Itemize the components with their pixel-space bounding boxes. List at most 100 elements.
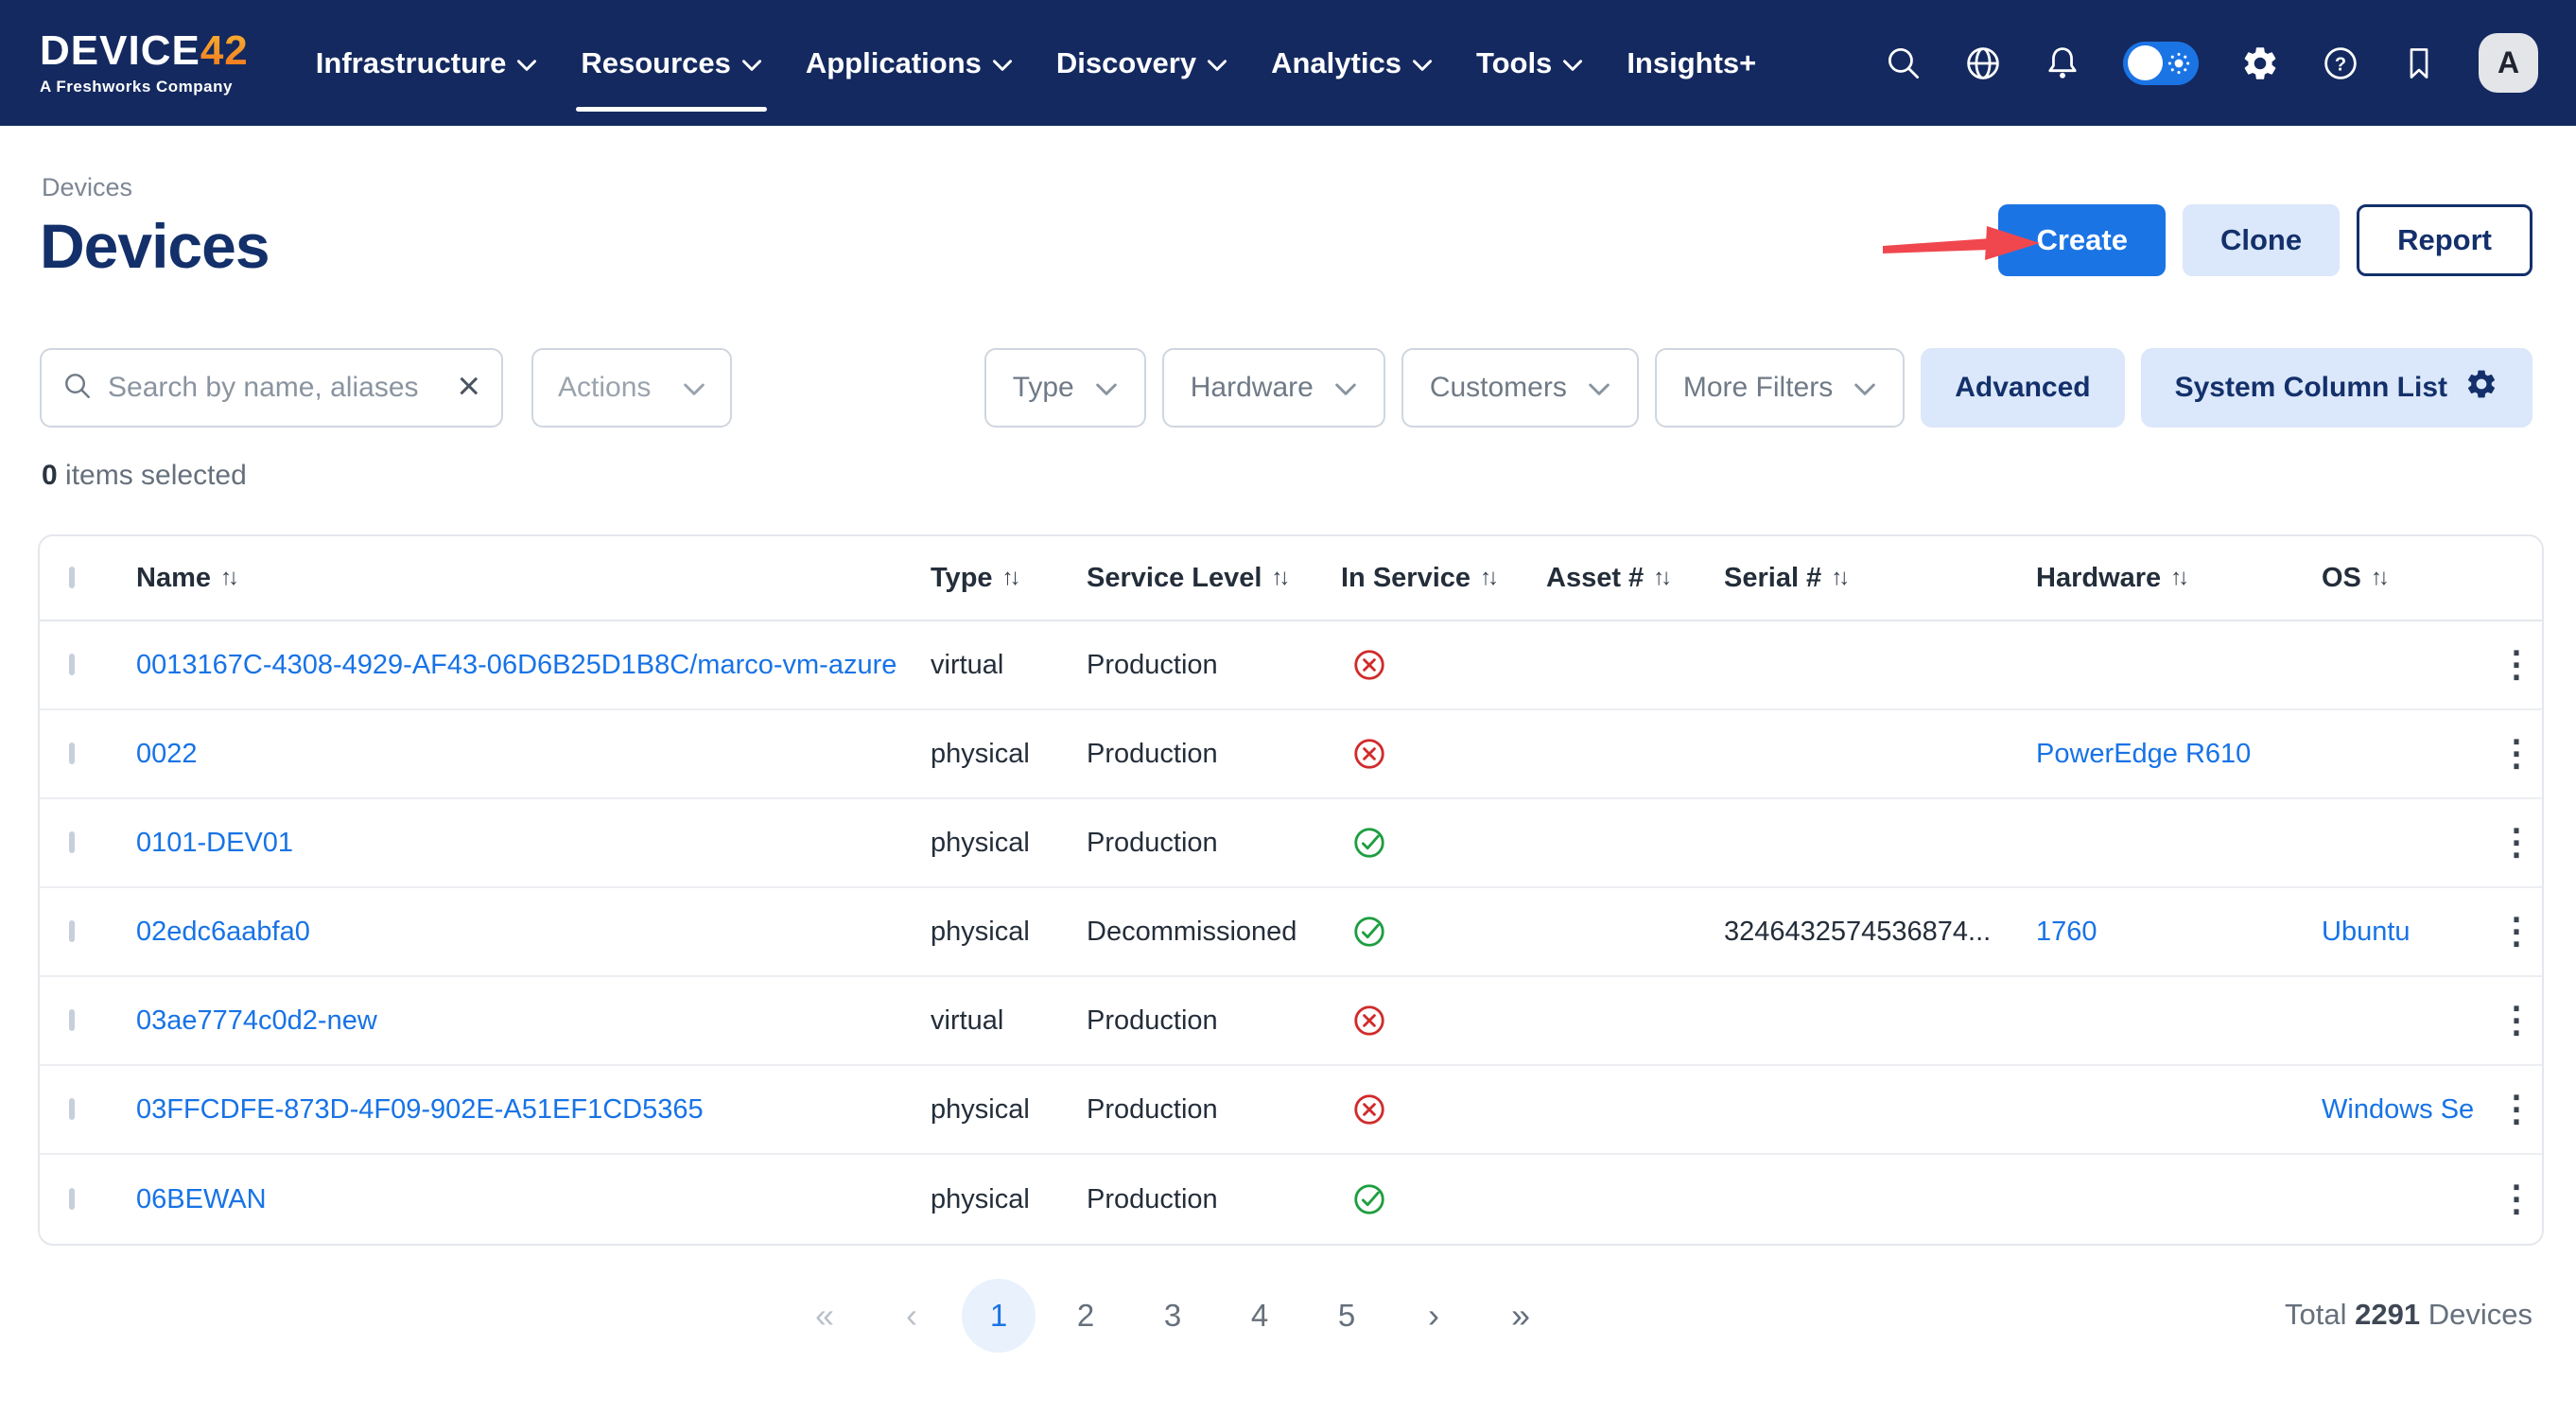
nav-item-analytics[interactable]: Analytics [1249,0,1454,126]
page-number-button[interactable]: 1 [962,1279,1036,1353]
search-icon[interactable] [1885,44,1923,82]
row-checkbox[interactable] [69,1098,75,1120]
row-actions-menu[interactable]: ⋮ [2493,1095,2542,1124]
bell-icon[interactable] [2044,44,2081,82]
nav-item-label: Tools [1476,46,1552,80]
first-page-button[interactable]: « [788,1279,862,1353]
page-number-button[interactable]: 5 [1310,1279,1384,1353]
nav-item-applications[interactable]: Applications [784,0,1035,126]
page-number-button[interactable]: 3 [1136,1279,1210,1353]
actions-dropdown[interactable]: Actions [531,348,732,428]
search-input[interactable] [108,372,442,404]
report-button[interactable]: Report [2357,204,2532,276]
select-all-checkbox[interactable] [69,567,75,588]
breadcrumb[interactable]: Devices [42,173,132,202]
page-title: Devices [40,210,270,282]
column-header-type[interactable]: Type↑↓ [931,563,1087,594]
filter-label: Hardware [1191,372,1314,404]
row-actions-menu[interactable]: ⋮ [2493,917,2542,946]
device42-logo[interactable]: DEVICE42 A Freshworks Company [40,30,249,96]
service-level: Production [1087,828,1341,859]
column-header-os[interactable]: OS↑↓ [2322,563,2493,594]
globe-icon[interactable] [1964,44,2002,82]
row-actions-menu[interactable]: ⋮ [2493,651,2542,679]
device-name-link[interactable]: 0013167C-4308-4929-AF43-06D6B25D1B8C/mar… [136,650,896,680]
next-page-button[interactable]: › [1397,1279,1471,1353]
device-name-link[interactable]: 02edc6aabfa0 [136,917,310,947]
page-number-button[interactable]: 4 [1223,1279,1297,1353]
column-header-asset[interactable]: Asset #↑↓ [1546,563,1724,594]
prev-page-button[interactable]: ‹ [875,1279,949,1353]
device-type: physical [931,1094,1087,1126]
device-name-link[interactable]: 03FFCDFE-873D-4F09-902E-A51EF1CD5365 [136,1094,704,1125]
row-actions-menu[interactable]: ⋮ [2493,740,2542,768]
devices-table: Name↑↓ Type↑↓ Service Level↑↓ In Service… [38,534,2544,1246]
row-checkbox[interactable] [69,831,75,853]
hardware-link[interactable]: 1760 [2036,917,2097,947]
row-checkbox[interactable] [69,1188,75,1210]
filter-customers[interactable]: Customers [1401,348,1639,428]
device-name-link[interactable]: 0101-DEV01 [136,828,293,858]
service-level: Production [1087,1005,1341,1037]
table-row: 06BEWAN physical Production ⋮ [40,1155,2542,1244]
help-icon[interactable]: ? [2322,44,2359,82]
row-checkbox[interactable] [69,1009,75,1031]
row-actions-menu[interactable]: ⋮ [2493,829,2542,857]
theme-toggle[interactable] [2123,42,2199,85]
last-page-button[interactable]: » [1484,1279,1558,1353]
header-actions: Create Clone Report [1998,204,2532,276]
column-header-in-service[interactable]: In Service↑↓ [1341,563,1546,594]
page-number-button[interactable]: 2 [1049,1279,1123,1353]
column-header-serial[interactable]: Serial #↑↓ [1724,563,2036,594]
main-nav: Infrastructure Resources Applications Di… [294,0,1778,126]
search-box: × [40,348,503,428]
clear-search-icon[interactable]: × [457,366,480,406]
hardware-link[interactable]: PowerEdge R610 [2036,739,2251,769]
device-name-link[interactable]: 03ae7774c0d2-new [136,1005,377,1036]
filter-more-filters[interactable]: More Filters [1655,348,1905,428]
nav-item-tools[interactable]: Tools [1454,0,1605,126]
advanced-button[interactable]: Advanced [1921,348,2124,428]
row-actions-menu[interactable]: ⋮ [2493,1006,2542,1035]
sort-icon: ↑↓ [2371,565,2386,591]
row-checkbox[interactable] [69,920,75,942]
total-devices: Total 2291 Devices [2285,1298,2532,1332]
user-avatar[interactable]: A [2479,33,2538,93]
os-link[interactable]: Windows Se [2322,1094,2474,1125]
row-checkbox[interactable] [69,742,75,764]
in-service-yes-icon [1352,1182,1386,1216]
clone-button[interactable]: Clone [2183,204,2340,276]
pagination: « ‹ 12345 › » [0,1279,2461,1353]
nav-item-insights[interactable]: Insights+ [1605,0,1778,126]
service-level: Production [1087,650,1341,681]
navbar-icons: ? A [1885,33,2538,93]
column-header-hardware[interactable]: Hardware↑↓ [2036,563,2322,594]
filter-type[interactable]: Type [984,348,1146,428]
nav-item-infrastructure[interactable]: Infrastructure [294,0,560,126]
column-header-name[interactable]: Name↑↓ [136,563,931,594]
gear-icon[interactable] [2240,44,2280,83]
service-level: Decommissioned [1087,917,1341,948]
filter-hardware[interactable]: Hardware [1162,348,1385,428]
device-type: virtual [931,1005,1087,1037]
device-name-link[interactable]: 06BEWAN [136,1184,267,1214]
bookmark-icon[interactable] [2401,45,2437,81]
device-type: physical [931,917,1087,948]
device-name-link[interactable]: 0022 [136,739,198,769]
column-header-service-level[interactable]: Service Level↑↓ [1087,563,1341,594]
nav-item-label: Discovery [1056,46,1196,80]
nav-item-discovery[interactable]: Discovery [1035,0,1249,126]
sort-icon: ↑↓ [1002,565,1018,591]
table-row: 0022 physical Production PowerEdge R610 … [40,710,2542,799]
filter-bar: Type Hardware Customers More Filters Adv… [984,348,2532,428]
chevron-down-icon [992,58,1013,72]
system-column-list-button[interactable]: System Column List [2141,348,2532,428]
nav-item-resources[interactable]: Resources [559,0,784,126]
nav-item-label: Infrastructure [316,46,507,80]
os-link[interactable]: Ubuntu [2322,917,2411,947]
create-button[interactable]: Create [1998,204,2166,276]
row-actions-menu[interactable]: ⋮ [2493,1185,2542,1214]
filter-label: Customers [1430,372,1567,404]
row-checkbox[interactable] [69,654,75,675]
selected-count: 0 [42,460,58,491]
